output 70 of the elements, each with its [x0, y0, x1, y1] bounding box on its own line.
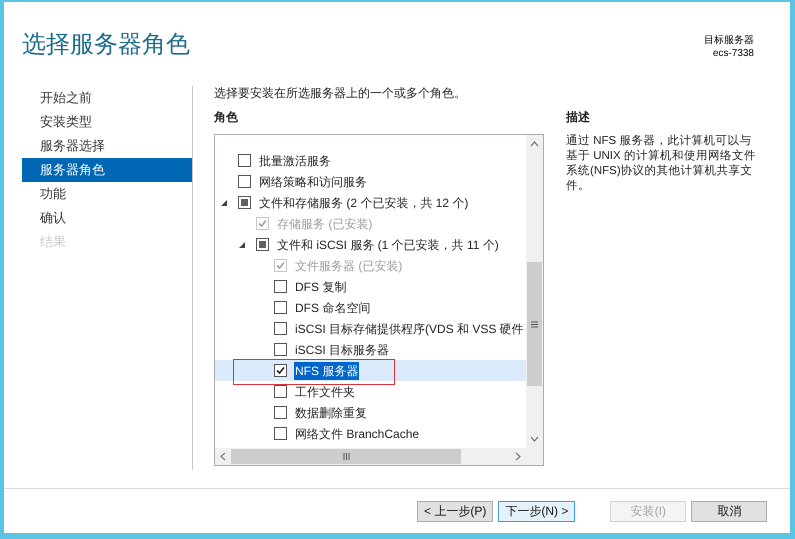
expand-triangle-icon[interactable] [221, 200, 227, 206]
checkbox[interactable] [274, 280, 287, 293]
checkmark-icon [276, 366, 285, 375]
instruction-text: 选择要安装在所选服务器上的一个或多个角色。 [214, 86, 467, 102]
role-label: 网络策略和访问服务 [258, 174, 368, 190]
role-label: iSCSI 目标服务器 [294, 342, 390, 358]
partial-square-icon [241, 199, 248, 206]
role-row[interactable]: 文件和 iSCSI 服务 (1 个已安装，共 11 个) [215, 234, 526, 255]
scroll-left-icon[interactable] [220, 452, 226, 461]
checkbox[interactable] [274, 364, 287, 377]
role-label: 工作文件夹 [294, 384, 356, 400]
description-heading: 描述 [566, 110, 591, 126]
role-row[interactable]: 文件和存储服务 (2 个已安装，共 12 个) [215, 192, 526, 213]
checkbox[interactable] [274, 406, 287, 419]
role-label: 数据删除重复 [294, 404, 368, 422]
scroll-thumb[interactable] [527, 262, 542, 386]
nav-item[interactable]: 服务器选择 [22, 134, 192, 158]
checkbox[interactable] [274, 427, 287, 440]
nav-item[interactable]: 安装类型 [22, 110, 192, 134]
role-label: 文件和 iSCSI 服务 (1 个已安装，共 11 个) [276, 236, 500, 254]
nav-item[interactable]: 开始之前 [22, 86, 192, 110]
role-row[interactable]: 网络文件 BranchCache [215, 423, 526, 444]
checkbox[interactable] [238, 196, 251, 209]
nav-item[interactable]: 确认 [22, 206, 192, 230]
role-row[interactable]: iSCSI 目标存储提供程序(VDS 和 VSS 硬件 [215, 318, 526, 339]
target-server-name: ecs-7338 [712, 47, 754, 60]
role-label: 文件和存储服务 (2 个已安装，共 12 个) [258, 194, 470, 212]
scroll-right-icon[interactable] [515, 452, 521, 461]
role-row[interactable]: 网络策略和访问服务 [215, 171, 526, 192]
checkbox[interactable] [238, 175, 251, 188]
role-row[interactable]: DFS 命名空间 [215, 297, 526, 318]
checkbox[interactable] [238, 154, 251, 167]
horizontal-scrollbar[interactable] [215, 448, 543, 465]
role-label: 存储服务 (已安装) [276, 216, 374, 232]
expand-triangle-icon[interactable] [239, 242, 245, 248]
role-row[interactable]: 工作文件夹 [215, 381, 526, 402]
partial-square-icon [259, 241, 266, 248]
checkbox[interactable] [274, 301, 287, 314]
scroll-up-icon[interactable] [530, 141, 539, 147]
nav-item[interactable]: 功能 [22, 182, 192, 206]
role-label: 网络文件 BranchCache [294, 426, 420, 442]
checkmark-icon [276, 261, 285, 270]
wizard-button[interactable]: 下一步(N) > [498, 500, 576, 522]
target-server-label: 目标服务器 [704, 34, 754, 47]
checkbox[interactable] [274, 343, 287, 356]
checkbox[interactable] [274, 322, 287, 335]
wizard-button[interactable]: 取消 [691, 500, 768, 522]
role-row[interactable]: DFS 复制 [215, 276, 526, 297]
role-label: 文件服务器 (已安装) [294, 258, 404, 274]
checkmark-icon [258, 219, 267, 228]
role-label: iSCSI 目标存储提供程序(VDS 和 VSS 硬件 [294, 320, 525, 338]
scroll-down-icon[interactable] [530, 436, 539, 442]
role-label: NFS 服务器 [294, 362, 360, 380]
nav-item[interactable]: 服务器角色 [22, 158, 192, 182]
grip-icon [531, 320, 538, 328]
role-row[interactable]: 数据删除重复 [215, 402, 526, 423]
roles-heading: 角色 [214, 110, 239, 126]
checkbox[interactable] [274, 385, 287, 398]
role-label: 批量激活服务 [258, 152, 332, 170]
role-row[interactable]: 批量激活服务 [215, 150, 526, 171]
page-title: 选择服务器角色 [22, 30, 190, 60]
role-label: DFS 复制 [294, 278, 348, 296]
role-row[interactable]: iSCSI 目标服务器 [215, 339, 526, 360]
wizard-button[interactable]: < 上一步(P) [417, 500, 494, 522]
checkbox[interactable] [256, 238, 269, 251]
scroll-thumb[interactable] [231, 449, 461, 464]
vertical-scrollbar[interactable] [526, 135, 543, 448]
role-label: DFS 命名空间 [294, 300, 372, 316]
description-text: 通过 NFS 服务器，此计算机可以与基于 UNIX 的计算机和使用网络文件系统(NFS)协议的其他计算机共享文件。 [566, 134, 756, 194]
grip-icon [342, 453, 350, 460]
